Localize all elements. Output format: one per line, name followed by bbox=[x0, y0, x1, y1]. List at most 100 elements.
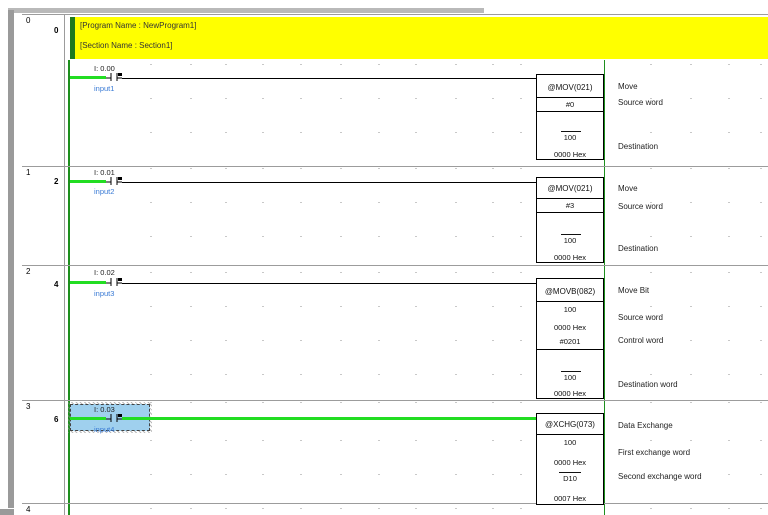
grid-dot bbox=[690, 236, 692, 237]
grid-dot bbox=[378, 374, 380, 375]
grid-dot bbox=[690, 168, 692, 169]
operand-value: 100 bbox=[563, 305, 577, 314]
grid-dot bbox=[415, 272, 417, 273]
block-divider bbox=[537, 97, 603, 98]
grid-dot bbox=[455, 272, 457, 273]
operand-hex: 0000 Hex bbox=[553, 323, 587, 332]
grid-dot bbox=[760, 168, 762, 169]
contact-no-icon[interactable] bbox=[106, 414, 122, 422]
grid-dot bbox=[225, 474, 227, 475]
grid-dot bbox=[190, 508, 192, 509]
operand-value: 100 bbox=[563, 133, 577, 142]
right-power-rail bbox=[604, 60, 605, 515]
grid-dot bbox=[760, 402, 762, 403]
grid-dot bbox=[760, 236, 762, 237]
grid-dot bbox=[760, 474, 762, 475]
grid-dot bbox=[225, 64, 227, 65]
rung-wire bbox=[122, 78, 536, 79]
grid-dot bbox=[492, 236, 494, 237]
energized-wire bbox=[122, 417, 536, 420]
contact-symbol: input4 bbox=[94, 425, 115, 434]
rung-number: 2 bbox=[26, 267, 31, 276]
grid-dot bbox=[190, 474, 192, 475]
function-block[interactable]: @MOVB(082) 100 0000 Hex #0201 100 0000 H… bbox=[536, 278, 604, 399]
grid-dot bbox=[340, 64, 342, 65]
grid-dot bbox=[262, 474, 264, 475]
grid-dot bbox=[650, 64, 652, 65]
grid-dot bbox=[340, 168, 342, 169]
grid-dot bbox=[650, 168, 652, 169]
contact-no-icon[interactable] bbox=[106, 73, 122, 81]
grid-dot bbox=[520, 374, 522, 375]
function-block[interactable]: @XCHG(073) 100 0000 Hex D10 0007 Hex bbox=[536, 413, 604, 505]
energized-wire bbox=[70, 76, 106, 79]
function-block[interactable]: @MOV(021) #0 100 0000 Hex bbox=[536, 74, 604, 160]
rung-number: 0 bbox=[26, 16, 31, 25]
grid-dot bbox=[150, 272, 152, 273]
step-number: 0 bbox=[54, 26, 59, 35]
grid-dot bbox=[262, 132, 264, 133]
grid-dot bbox=[262, 440, 264, 441]
grid-dot bbox=[728, 98, 730, 99]
grid-dot bbox=[415, 508, 417, 509]
grid-dot bbox=[300, 440, 302, 441]
grid-dot bbox=[225, 202, 227, 203]
rung-separator bbox=[22, 503, 768, 504]
grid-dot bbox=[300, 98, 302, 99]
grid-dot bbox=[650, 202, 652, 203]
grid-dot bbox=[415, 340, 417, 341]
contact-address: I: 0.03 bbox=[94, 405, 115, 414]
grid-dot bbox=[455, 402, 457, 403]
grid-dot bbox=[415, 236, 417, 237]
grid-dot bbox=[300, 202, 302, 203]
grid-dot bbox=[262, 202, 264, 203]
grid-dot bbox=[728, 402, 730, 403]
grid-dot bbox=[378, 402, 380, 403]
function-block[interactable]: @MOV(021) #3 100 0000 Hex bbox=[536, 177, 604, 263]
grid-dot bbox=[760, 202, 762, 203]
grid-dot bbox=[150, 98, 152, 99]
contact-no-icon[interactable] bbox=[106, 177, 122, 185]
operand-value: 100 bbox=[563, 373, 577, 382]
grid-dot bbox=[492, 202, 494, 203]
header-marker bbox=[70, 17, 75, 59]
grid-dot bbox=[190, 132, 192, 133]
grid-dot bbox=[190, 272, 192, 273]
contact-address: I: 0.00 bbox=[94, 64, 115, 73]
grid-dot bbox=[262, 374, 264, 375]
energized-wire bbox=[70, 180, 106, 183]
grid-dot bbox=[190, 64, 192, 65]
grid-dot bbox=[340, 272, 342, 273]
grid-dot bbox=[520, 402, 522, 403]
grid-dot bbox=[340, 98, 342, 99]
grid-dot bbox=[520, 440, 522, 441]
contact-address: I: 0.01 bbox=[94, 168, 115, 177]
grid-dot bbox=[415, 402, 417, 403]
grid-dot bbox=[340, 236, 342, 237]
grid-dot bbox=[760, 132, 762, 133]
block-divider bbox=[537, 198, 603, 199]
grid-dot bbox=[728, 202, 730, 203]
grid-dot bbox=[728, 272, 730, 273]
grid-dot bbox=[225, 440, 227, 441]
grid-dot bbox=[728, 508, 730, 509]
grid-dot bbox=[415, 168, 417, 169]
grid-dot bbox=[262, 168, 264, 169]
grid-dot bbox=[760, 98, 762, 99]
grid-dot bbox=[455, 508, 457, 509]
grid-dot bbox=[760, 272, 762, 273]
grid-dot bbox=[340, 402, 342, 403]
grid-dot bbox=[690, 440, 692, 441]
grid-dot bbox=[520, 340, 522, 341]
grid-dot bbox=[225, 236, 227, 237]
grid-dot bbox=[190, 440, 192, 441]
grid-dot bbox=[415, 64, 417, 65]
horizontal-scrollbar[interactable] bbox=[0, 8, 484, 13]
grid-dot bbox=[300, 272, 302, 273]
instruction-name: @XCHG(073) bbox=[545, 420, 595, 429]
grid-dot bbox=[650, 402, 652, 403]
grid-dot bbox=[225, 508, 227, 509]
contact-no-icon[interactable] bbox=[106, 278, 122, 286]
grid-dot bbox=[690, 132, 692, 133]
grid-dot bbox=[415, 202, 417, 203]
